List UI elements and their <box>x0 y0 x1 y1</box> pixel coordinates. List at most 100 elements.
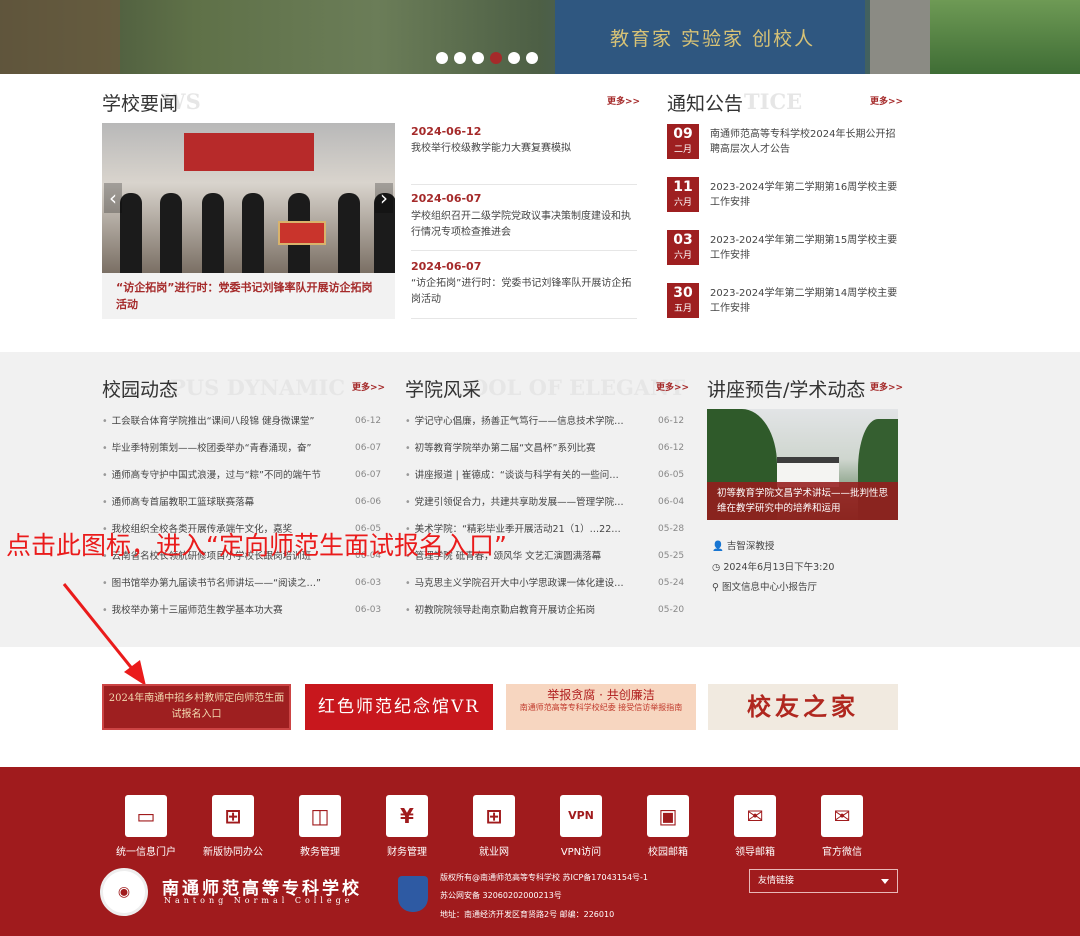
carousel-dot[interactable] <box>472 52 484 64</box>
list-item[interactable]: 初教院院领导赴南京勤启教育开展访企拓岗 <box>405 604 625 618</box>
list-item[interactable]: 讲座报道 | 崔德成：“谈谈与科学有关的一些问… <box>405 469 625 483</box>
lecture-speaker: 👤 吉智深教授 <box>712 541 775 552</box>
notice-item[interactable]: 南通师范高等专科学校2024年长期公开招聘高层次人才公告 <box>710 127 898 157</box>
news-photo-caption[interactable]: “访企拓岗”进行时：党委书记刘锋率队开展访企拓岗活动 <box>102 273 395 319</box>
footer-link-campus-mail[interactable]: ▣ 校园邮箱 <box>625 795 711 858</box>
list-date: 06-12 <box>658 416 685 426</box>
footer-link-leader-mail[interactable]: ✉ 领导邮箱 <box>712 795 798 858</box>
news-more-link[interactable]: 更多>> <box>607 94 640 107</box>
chart-icon: ◫ <box>299 795 341 837</box>
list-date: 05-24 <box>658 578 685 588</box>
carousel-dots[interactable] <box>436 52 538 64</box>
list-item[interactable]: 党建引领促合力，共建共享助发展——管理学院… <box>405 496 625 510</box>
notice-date-box: 03 六月 <box>667 230 699 265</box>
lecture-more-link[interactable]: 更多>> <box>870 380 903 393</box>
footer-quicklinks: ▭ 统一信息门户 ⊞ 新版协同办公 ◫ 教务管理 ¥ 财务管理 ⊞ 就业网 VPN VPN访… <box>103 795 885 858</box>
notice-date-box: 09 二月 <box>667 124 699 159</box>
teacher-enrollment-entry-button[interactable]: 2024年南通中招乡村教师定向师范生面试报名入口 <box>102 684 291 730</box>
list-item[interactable]: 毕业季特别策划——校团委举办“青春涌现，奋” <box>102 442 322 456</box>
list-date: 06-07 <box>355 470 382 480</box>
clock-icon: ◷ <box>712 562 721 573</box>
notice-more-link[interactable]: 更多>> <box>870 94 903 107</box>
list-date: 06-06 <box>355 497 382 507</box>
notice-item[interactable]: 2023-2024学年第二学期第15周学校主要工作安排 <box>710 233 898 263</box>
list-item[interactable]: 初等教育学院举办第二届“文昌杯”系列比赛 <box>405 442 625 456</box>
news-date: 2024-06-12 <box>411 125 482 138</box>
annotation-text: 点击此图标，进入“定向师范生面试报名入口” <box>6 531 507 560</box>
footer-link-wechat[interactable]: ✉ 官方微信 <box>799 795 885 858</box>
copyright-text: 版权所有@南通师范高等专科学校 苏ICP备17043154号-1 <box>440 873 649 882</box>
notice-item[interactable]: 2023-2024学年第二学期第16周学校主要工作安排 <box>710 180 898 210</box>
news-photo[interactable]: ‹ › <box>102 123 395 273</box>
notice-item[interactable]: 2023-2024学年第二学期第14周学校主要工作安排 <box>710 286 898 316</box>
notice-date-box: 30 五月 <box>667 283 699 318</box>
list-date: 06-12 <box>658 443 685 453</box>
list-item[interactable]: 通师高专首届教职工篮球联赛落幕 <box>102 496 322 510</box>
campus-more-link[interactable]: 更多>> <box>352 380 385 393</box>
red-memorial-vr-button[interactable]: 红色师范纪念馆VR <box>305 684 493 730</box>
monitor-icon: ▭ <box>125 795 167 837</box>
report-subtitle: 南通师范高等专科学校纪委 接受信访举报指南 <box>519 703 683 712</box>
news-date: 2024-06-07 <box>411 260 482 273</box>
friend-links-select[interactable]: 友情链接 <box>749 869 898 893</box>
user-icon: 👤 <box>712 541 724 552</box>
apps-icon: ⊞ <box>473 795 515 837</box>
location-icon: ⚲ <box>712 582 719 593</box>
vpn-icon: VPN <box>560 795 602 837</box>
carousel-dot[interactable] <box>508 52 520 64</box>
briefcase-icon: ▣ <box>647 795 689 837</box>
mail-icon: ✉ <box>734 795 776 837</box>
news-date: 2024-06-07 <box>411 192 482 205</box>
list-date: 06-03 <box>355 578 382 588</box>
school-name-en: Nantong Normal College <box>164 896 354 905</box>
report-title: 举报贪腐 · 共创廉洁 <box>547 688 655 702</box>
list-date: 06-03 <box>355 605 382 615</box>
carousel-dot-active[interactable] <box>490 52 502 64</box>
list-item[interactable]: 学记守心倡廉，扬善正气笃行——信息技术学院… <box>405 415 625 429</box>
carousel-dot[interactable] <box>454 52 466 64</box>
footer-link-portal[interactable]: ▭ 统一信息门户 <box>103 795 189 858</box>
college-section-title: 学院风采 <box>405 379 482 401</box>
campus-ghost-title: PUS DYNAMIC <box>170 375 346 400</box>
top-banner[interactable]: 教育家 实验家 创校人 <box>0 0 1080 74</box>
list-date: 06-04 <box>658 497 685 507</box>
carousel-dot[interactable] <box>526 52 538 64</box>
lecture-place: ⚲ 图文信息中心小报告厅 <box>712 582 818 593</box>
lecture-caption[interactable]: 初等教育学院文昌学术讲坛——批判性思维在教学研究中的培养和运用 <box>707 482 898 520</box>
banner-sign-text: 教育家 实验家 创校人 <box>610 28 816 50</box>
photo-plaque <box>278 221 326 245</box>
list-item[interactable]: 通师高专守护中国式浪漫，过与“粽”不同的端午节 <box>102 469 322 483</box>
news-section-title: 学校要闻 <box>102 93 179 115</box>
footer-link-academic[interactable]: ◫ 教务管理 <box>277 795 363 858</box>
address-text: 地址：南通经济开发区育贤路2号 邮编：226010 <box>440 910 615 919</box>
college-more-link[interactable]: 更多>> <box>656 380 689 393</box>
anticorruption-report-button[interactable]: 举报贪腐 · 共创廉洁 南通师范高等专科学校纪委 接受信访举报指南 <box>506 684 696 730</box>
news-item[interactable]: 学校组织召开二级学院党政议事决策制度建设和执行情况专项检查推进会 <box>411 209 631 241</box>
notice-date-box: 11 六月 <box>667 177 699 212</box>
carousel-dot[interactable] <box>436 52 448 64</box>
list-item[interactable]: 工会联合体育学院推出“课间八段锦 健身微课堂” <box>102 415 322 429</box>
chevron-down-icon <box>881 879 889 884</box>
campus-section-title: 校园动态 <box>102 379 179 401</box>
lecture-section-title: 讲座预告/学术动态 <box>707 379 866 401</box>
footer-link-vpn[interactable]: VPN VPN访问 <box>538 795 624 858</box>
footer-link-oa[interactable]: ⊞ 新版协同办公 <box>190 795 276 858</box>
chevron-right-icon[interactable]: › <box>375 183 393 213</box>
police-record-text[interactable]: 苏公网安备 32060202000213号 <box>440 890 562 901</box>
news-item[interactable]: “访企拓岗”进行时：党委书记刘锋率队开展访企拓岗活动 <box>411 276 636 308</box>
list-date: 05-28 <box>658 524 685 534</box>
news-item[interactable]: 我校举行校级教学能力大赛复赛模拟 <box>411 141 636 157</box>
footer-link-finance[interactable]: ¥ 财务管理 <box>364 795 450 858</box>
list-date: 05-25 <box>658 551 685 561</box>
list-item[interactable]: 马克思主义学院召开大中小学思政课一体化建设… <box>405 577 625 591</box>
list-date: 06-05 <box>658 470 685 480</box>
grid-icon: ⊞ <box>212 795 254 837</box>
college-ghost-title: OOL OF ELEGANT <box>470 375 686 400</box>
school-seal-logo: ◉ <box>100 868 148 916</box>
footer-link-jobs[interactable]: ⊞ 就业网 <box>451 795 537 858</box>
notice-ghost-title: TICE <box>744 89 803 114</box>
chevron-left-icon[interactable]: ‹ <box>104 183 122 213</box>
police-badge-icon <box>398 876 428 912</box>
alumni-home-button[interactable]: 校友之家 <box>708 684 898 730</box>
wechat-mail-icon: ✉ <box>821 795 863 837</box>
